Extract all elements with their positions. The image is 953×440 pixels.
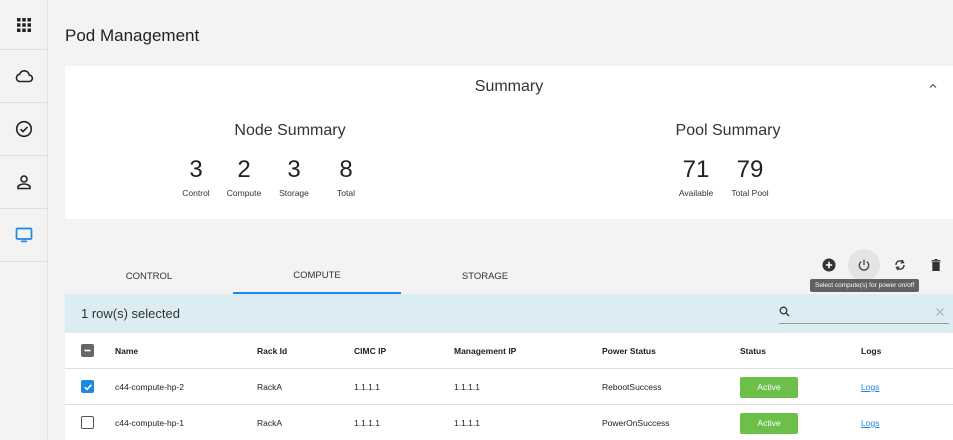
node-summary-title: Node Summary [234, 122, 346, 139]
tab-compute[interactable]: COMPUTE [233, 258, 401, 294]
cell-status: Active [740, 405, 798, 440]
column-header[interactable]: Name [115, 333, 138, 369]
table-header: Name Rack Id CIMC IP Management IP Power… [65, 333, 953, 369]
table-row[interactable]: c44-compute-hp-2 RackA 1.1.1.1 1.1.1.1 R… [65, 369, 953, 405]
monitor-icon [15, 227, 32, 243]
stat-value: 71 [682, 156, 710, 183]
stat-label: Available [678, 188, 714, 198]
tab-control[interactable]: CONTROL [65, 258, 233, 294]
sidebar [0, 0, 48, 440]
cell-logs: Logs [861, 405, 879, 440]
sidebar-item-cloud[interactable] [0, 50, 47, 103]
stat-compute: 2 Compute [216, 156, 272, 199]
column-header[interactable]: Rack Id [257, 333, 287, 369]
table-row[interactable]: c44-compute-hp-1 RackA 1.1.1.1 1.1.1.1 P… [65, 405, 953, 440]
search-box [779, 302, 949, 324]
stat-label: Total [337, 188, 355, 198]
cell-name: c44-compute-hp-2 [115, 382, 184, 392]
tab-storage[interactable]: STORAGE [401, 258, 569, 294]
stat-total-pool: 79 Total Pool [722, 156, 778, 199]
select-all-checkbox[interactable] [81, 344, 94, 357]
sidebar-item-monitor[interactable] [0, 209, 47, 262]
pool-summary-title: Pool Summary [675, 122, 781, 139]
apps-grid-icon [16, 17, 31, 32]
column-header[interactable]: Logs [861, 333, 881, 369]
column-header[interactable]: Power Status [602, 333, 656, 369]
cell-cimc-ip: 1.1.1.1 [354, 418, 380, 428]
stat-value: 2 [237, 156, 251, 183]
sidebar-item-check[interactable] [0, 103, 47, 156]
stat-storage: 3 Storage [266, 156, 322, 199]
row-checkbox[interactable] [81, 416, 94, 429]
stat-value: 79 [736, 156, 764, 183]
cell-rack: RackA [257, 382, 283, 392]
check-circle-icon [15, 120, 32, 138]
tabs: CONTROL COMPUTE STORAGE [65, 258, 953, 294]
cell-power-status: RebootSuccess [602, 382, 662, 392]
sidebar-item-apps[interactable] [0, 0, 47, 50]
search-icon [779, 306, 790, 317]
cell-rack: RackA [257, 418, 283, 428]
stat-total: 8 Total [318, 156, 374, 199]
status-badge[interactable]: Active [740, 376, 798, 398]
column-header[interactable]: Management IP [454, 333, 516, 369]
search-input[interactable] [799, 304, 924, 320]
cell-power-status: PowerOnSuccess [602, 418, 670, 428]
main-content: Pod Management Summary Node Summary 3 Co… [48, 0, 953, 440]
page-title: Pod Management [65, 26, 200, 45]
person-icon [16, 175, 31, 190]
selection-count: 1 row(s) selected [81, 306, 180, 321]
stat-value: 3 [287, 156, 301, 183]
check-icon [83, 383, 92, 391]
summary-panel: Summary Node Summary 3 Control 2 Compute… [65, 66, 953, 219]
selection-bar: 1 row(s) selected [65, 294, 953, 333]
column-header[interactable]: CIMC IP [354, 333, 386, 369]
status-badge[interactable]: Active [740, 412, 798, 434]
row-checkbox[interactable] [81, 380, 94, 393]
stat-label: Storage [279, 188, 309, 198]
cell-management-ip: 1.1.1.1 [454, 382, 480, 392]
cell-status: Active [740, 369, 798, 405]
stat-label: Total Pool [731, 188, 769, 198]
minus-icon [84, 349, 91, 352]
column-header[interactable]: Status [740, 333, 766, 369]
logs-link[interactable]: Logs [861, 418, 879, 428]
cell-name: c44-compute-hp-1 [115, 418, 184, 428]
cloud-icon [15, 69, 33, 83]
cell-logs: Logs [861, 369, 879, 405]
cell-management-ip: 1.1.1.1 [454, 418, 480, 428]
stat-label: Compute [226, 188, 262, 198]
chevron-up-icon[interactable] [927, 80, 939, 92]
cell-cimc-ip: 1.1.1.1 [354, 382, 380, 392]
stat-value: 8 [339, 156, 353, 183]
summary-title: Summary [474, 78, 544, 95]
sidebar-item-user[interactable] [0, 156, 47, 209]
logs-link[interactable]: Logs [861, 382, 879, 392]
compute-table: Name Rack Id CIMC IP Management IP Power… [65, 333, 953, 440]
close-icon[interactable] [935, 307, 945, 317]
stat-available: 71 Available [668, 156, 724, 199]
